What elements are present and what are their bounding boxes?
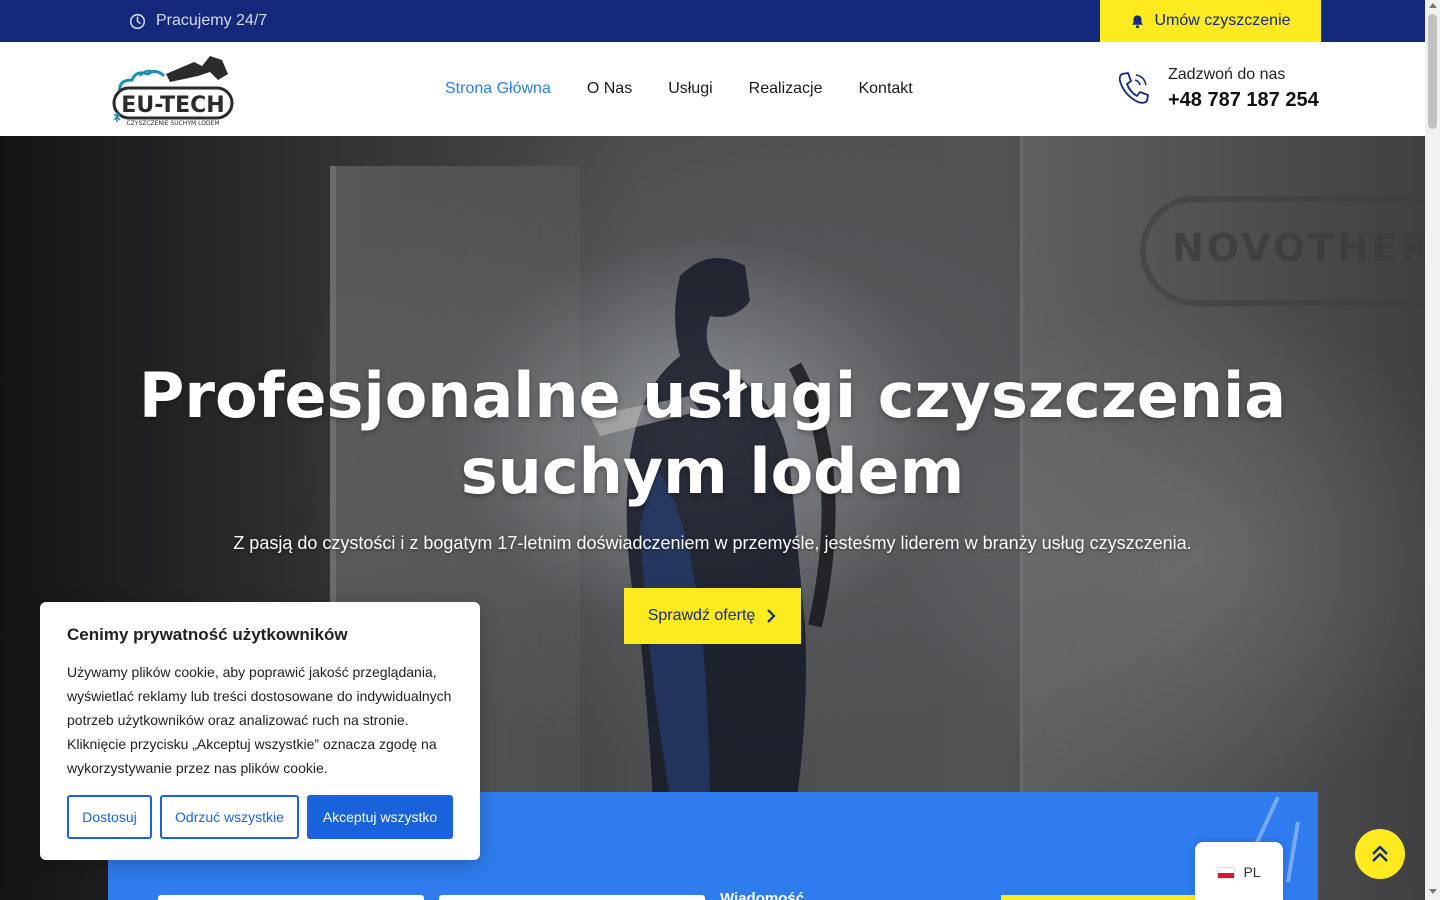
eu-tech-logo[interactable]: EU-TECH CZYSZCZENIE SUCHYM LODEM [110,52,236,128]
hero-title-line-1: Profesjonalne usługi czyszczenia [138,359,1287,432]
cookie-consent-banner: Cenimy prywatność użytkowników Używamy p… [40,602,480,860]
cookie-title: Cenimy prywatność użytkowników [67,625,348,644]
poland-flag-icon [1217,867,1236,879]
hero-title-line-2: suchym lodem [460,435,965,508]
hero-title: Profesjonalne usługi czyszczenia suchym … [0,358,1425,510]
svg-text:CZYSZCZENIE SUCHYM LODEM: CZYSZCZENIE SUCHYM LODEM [126,120,219,127]
phone-number-link[interactable]: +48 787 187 254 [1168,89,1319,112]
form-field-email[interactable] [439,895,705,900]
language-code: PL [1243,864,1261,880]
form-field-name[interactable] [158,895,424,900]
nav-item-home[interactable]: Strona Główna [445,80,551,98]
form-submit-button[interactable] [1001,895,1201,900]
nav-item-about[interactable]: O Nas [587,80,632,98]
cookie-reject-all-button[interactable]: Odrzuć wszystkie [160,795,299,839]
hero-background-text: NOVOTHERM [1172,226,1425,270]
scrollbar-thumb[interactable] [1428,14,1437,129]
hero-subtitle: Z pasją do czystości i z bogatym 17-letn… [233,533,1192,553]
clock-icon [129,13,146,29]
top-bar: Pracujemy 24/7 Umów czyszczenie [0,0,1425,42]
phone-icon[interactable] [1116,70,1150,106]
check-offer-label: Sprawdź ofertę [647,607,756,624]
bell-icon [1132,14,1144,28]
cookie-accept-all-button[interactable]: Akceptuj wszystko [307,795,453,839]
message-label: Wiadomość [720,890,805,900]
page-scrollbar[interactable] [1425,0,1440,900]
nav-item-services[interactable]: Usługi [668,80,712,98]
scroll-to-top-button[interactable] [1355,829,1405,879]
language-switcher[interactable]: PL [1195,842,1283,900]
site-header: EU-TECH CZYSZCZENIE SUCHYM LODEM Strona … [0,42,1425,136]
scroll-down-arrow-icon[interactable] [1429,889,1437,894]
worker-silhouette [590,258,836,846]
main-navigation: Strona Główna O Nas Usługi Realizacje Ko… [445,42,913,136]
book-cleaning-label: Umów czyszczenie [1154,12,1291,29]
nav-item-contact[interactable]: Kontakt [858,80,912,98]
chevron-right-icon [767,609,776,623]
svg-text:EU-TECH: EU-TECH [121,93,224,118]
working-hours-text: Pracujemy 24/7 [156,12,268,29]
cookie-text: Używamy plików cookie, aby poprawić jako… [67,664,452,776]
check-offer-button[interactable]: Sprawdź ofertę [624,588,801,644]
book-cleaning-button[interactable]: Umów czyszczenie [1100,0,1321,42]
cookie-customize-button[interactable]: Dostosuj [67,795,152,839]
nav-item-projects[interactable]: Realizacje [749,80,823,98]
working-hours: Pracujemy 24/7 [129,0,267,42]
call-us-label: Zadzwoń do nas [1168,66,1286,83]
scroll-up-arrow-icon[interactable] [1429,3,1437,8]
double-chevron-up-icon [1372,845,1388,862]
